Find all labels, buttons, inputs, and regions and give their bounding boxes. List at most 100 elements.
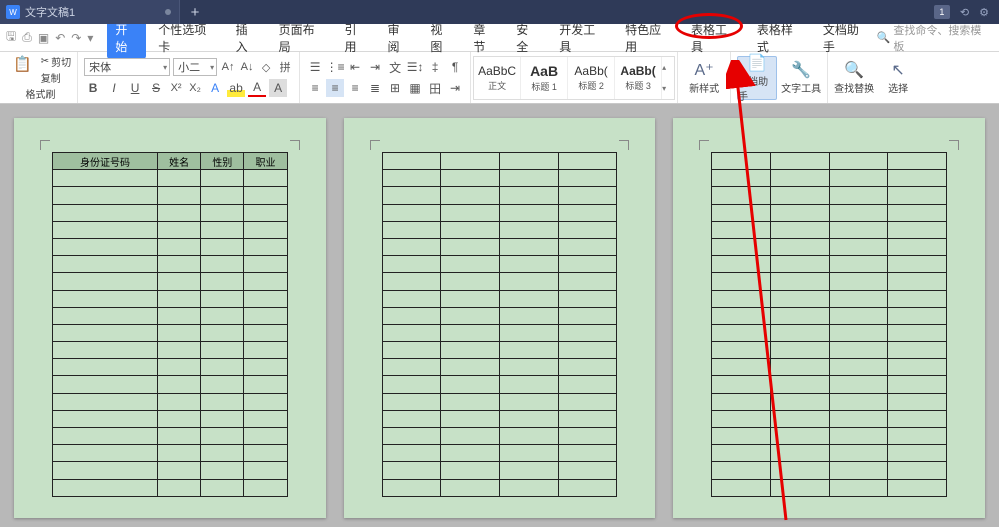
table-row[interactable] [53, 342, 288, 359]
scissors-icon[interactable]: ✂ [41, 56, 49, 67]
table-row[interactable] [53, 307, 288, 324]
table-row[interactable] [53, 221, 288, 238]
preview-icon[interactable]: ▣ [38, 31, 49, 45]
table-row[interactable] [712, 153, 947, 170]
bullets-button[interactable]: ☰ [306, 58, 324, 76]
table-row[interactable] [53, 359, 288, 376]
table-row[interactable] [382, 256, 617, 273]
table-row[interactable] [53, 204, 288, 221]
font-size-select[interactable]: 小二 [173, 58, 217, 76]
text-direction-button[interactable]: 文 [386, 58, 404, 76]
table-row[interactable] [382, 428, 617, 445]
doc-assistant-button[interactable]: 📄 文档助手 [737, 56, 777, 100]
text-tools-button[interactable]: 🔧 文字工具 [781, 56, 821, 100]
table-row[interactable] [53, 187, 288, 204]
header-cell-gender[interactable]: 性别 [201, 153, 244, 170]
table-row[interactable] [53, 445, 288, 462]
superscript-button[interactable]: X² [168, 79, 184, 97]
bold-button[interactable]: B [84, 79, 102, 97]
header-cell-job[interactable]: 职业 [244, 153, 287, 170]
outdent-button[interactable]: ⇤ [346, 58, 364, 76]
style-heading3[interactable]: AaBb( 标题 3 [615, 57, 662, 99]
table-row[interactable] [53, 479, 288, 496]
table-row[interactable] [712, 479, 947, 496]
text-effect-button[interactable]: A [206, 79, 224, 97]
settings-icon[interactable]: ⚙ [979, 6, 989, 19]
table-row[interactable] [53, 410, 288, 427]
align-left-button[interactable]: ≡ [306, 79, 324, 97]
grow-font-button[interactable]: A↑ [220, 58, 236, 76]
style-heading1[interactable]: AaB 标题 1 [521, 57, 568, 99]
shading-button[interactable]: ▦ [406, 79, 424, 97]
table-row[interactable] [712, 273, 947, 290]
data-table[interactable]: 身份证号码 姓名 性别 职业 [52, 152, 288, 497]
table-row[interactable] [712, 324, 947, 341]
subscript-button[interactable]: X₂ [187, 79, 203, 97]
table-row[interactable] [382, 307, 617, 324]
sort-button[interactable]: ☰↕ [406, 58, 424, 76]
notification-badge[interactable]: 1 [934, 5, 950, 19]
cut-button[interactable]: 剪切 [51, 54, 71, 69]
table-row[interactable] [382, 204, 617, 221]
table-row[interactable] [53, 170, 288, 187]
style-gallery-more[interactable]: ▴▾ [662, 57, 674, 99]
table-row[interactable] [712, 256, 947, 273]
copy-button[interactable]: 复制 [41, 70, 71, 85]
tab-button[interactable]: ⇥ [446, 79, 464, 97]
table-row[interactable] [382, 359, 617, 376]
table-row[interactable] [53, 324, 288, 341]
table-row[interactable] [382, 342, 617, 359]
header-cell-name[interactable]: 姓名 [157, 153, 200, 170]
sync-icon[interactable]: ⟲ [960, 6, 969, 19]
font-name-select[interactable]: 宋体 [84, 58, 170, 76]
select-button[interactable]: ↖ 选择 [878, 56, 918, 100]
table-row[interactable] [382, 479, 617, 496]
new-style-button[interactable]: A⁺ 新样式 [684, 56, 724, 100]
page-3[interactable] [673, 118, 985, 518]
justify-button[interactable]: ≣ [366, 79, 384, 97]
table-row[interactable] [712, 170, 947, 187]
phonetic-button[interactable]: 拼 [277, 58, 293, 76]
highlight-button[interactable]: ab [227, 79, 245, 97]
table-row[interactable] [382, 273, 617, 290]
table-row[interactable] [712, 221, 947, 238]
undo-icon[interactable]: ↶ [55, 31, 65, 45]
table-row[interactable] [712, 393, 947, 410]
data-table[interactable] [711, 152, 947, 497]
table-row[interactable] [53, 462, 288, 479]
table-row[interactable] [53, 238, 288, 255]
line-spacing-button[interactable]: ‡ [426, 58, 444, 76]
italic-button[interactable]: I [105, 79, 123, 97]
table-row[interactable] [382, 221, 617, 238]
borders-button[interactable]: 田 [426, 79, 444, 97]
distribute-button[interactable]: ⊞ [386, 79, 404, 97]
clear-format-button[interactable]: ◇ [258, 58, 274, 76]
align-center-button[interactable]: ≡ [326, 79, 344, 97]
table-row[interactable] [382, 445, 617, 462]
table-row[interactable] [53, 376, 288, 393]
table-row[interactable] [712, 187, 947, 204]
save-icon[interactable]: 🖫 [6, 27, 16, 48]
table-row[interactable] [382, 290, 617, 307]
table-row[interactable] [712, 238, 947, 255]
page-1[interactable]: 身份证号码 姓名 性别 职业 [14, 118, 326, 518]
search-box[interactable]: 🔍 查找命令、搜索模板 [877, 22, 999, 54]
table-row[interactable] [53, 273, 288, 290]
table-header-row[interactable]: 身份证号码 姓名 性别 职业 [53, 153, 288, 170]
redo-icon[interactable]: ↷ [71, 31, 81, 45]
page-2[interactable] [344, 118, 656, 518]
table-row[interactable] [712, 359, 947, 376]
table-row[interactable] [53, 256, 288, 273]
table-row[interactable] [382, 170, 617, 187]
format-painter-button[interactable]: 格式刷 [26, 86, 56, 101]
table-row[interactable] [382, 393, 617, 410]
paste-button[interactable]: 📋 [10, 54, 35, 85]
table-row[interactable] [712, 445, 947, 462]
find-replace-button[interactable]: 🔍 查找替换 [834, 56, 874, 100]
tab-close-icon[interactable] [165, 9, 171, 15]
table-row[interactable] [53, 428, 288, 445]
table-row[interactable] [53, 290, 288, 307]
indent-button[interactable]: ⇥ [366, 58, 384, 76]
table-row[interactable] [712, 428, 947, 445]
style-gallery[interactable]: AaBbC 正文 AaB 标题 1 AaBb( 标题 2 AaBb( 标题 3 … [473, 56, 675, 100]
